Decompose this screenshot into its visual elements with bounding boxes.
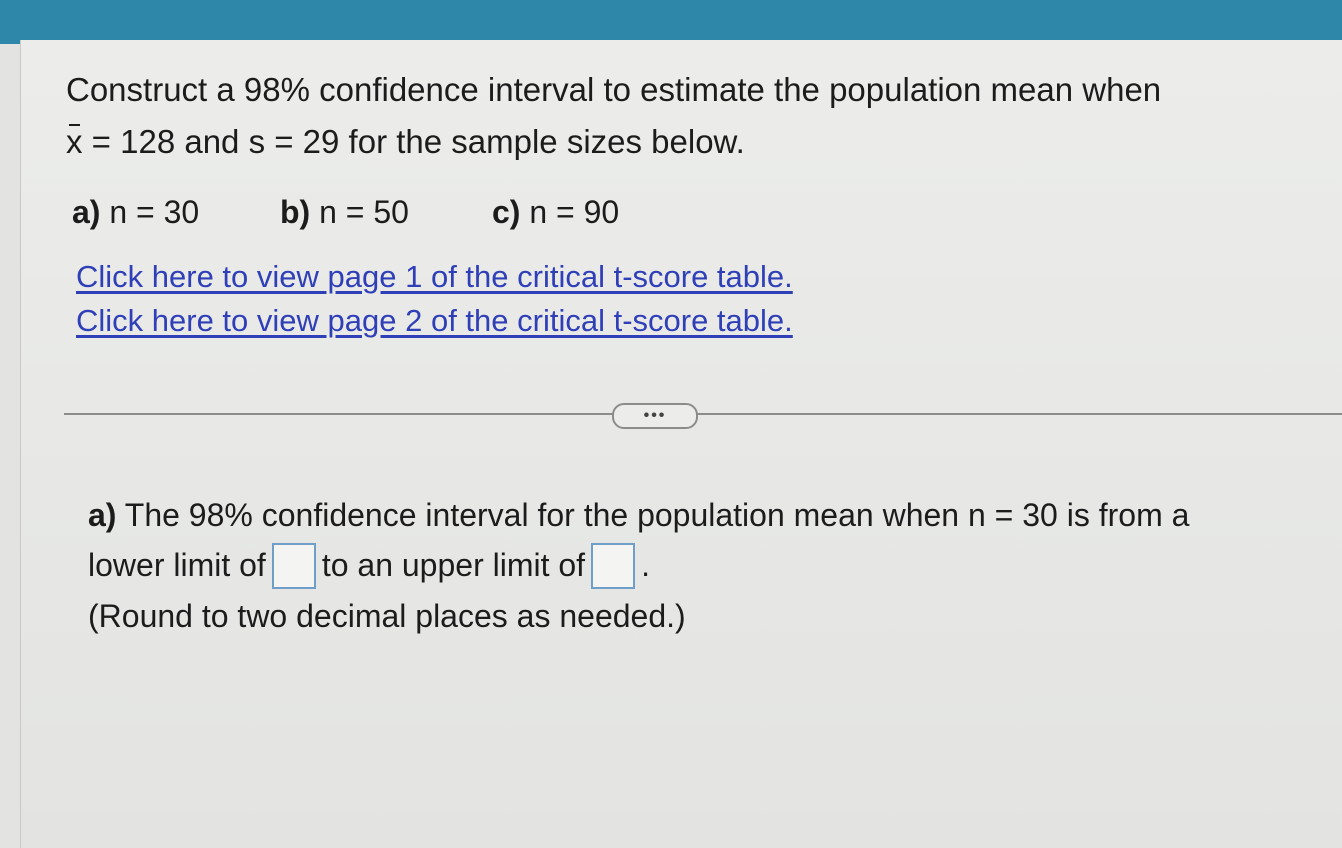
t-table-links: Click here to view page 1 of the critica… (76, 255, 793, 343)
answer-text-2: lower limit of (88, 547, 266, 583)
section-divider (64, 413, 1342, 415)
question-line-2-text: = 128 and s = 29 for the sample sizes be… (82, 123, 745, 160)
xbar-symbol: x (66, 116, 83, 168)
rounding-note: (Round to two decimal places as needed.) (88, 597, 686, 634)
expand-more-button[interactable]: ••• (612, 403, 698, 429)
answer-line-2: lower limit of to an upper limit of. (88, 540, 1318, 591)
answer-text-3: to an upper limit of (321, 547, 586, 583)
question-line-1: Construct a 98% confidence interval to e… (66, 71, 1162, 108)
sample-size-parts: a) n = 30 b) n = 50 c) n = 90 (72, 190, 619, 234)
answer-text-4: . (641, 547, 650, 583)
part-a-label: a) (72, 194, 101, 230)
part-a: a) n = 30 (72, 190, 280, 234)
question-line-2: x = 128 and s = 29 for the sample sizes … (66, 116, 1286, 168)
part-b-label: b) (280, 194, 311, 230)
lower-limit-input[interactable] (271, 542, 316, 589)
part-b-value: n = 50 (319, 194, 409, 230)
part-a-value: n = 30 (109, 194, 200, 230)
part-c-value: n = 90 (529, 194, 620, 230)
answer-part-label: a) (88, 497, 117, 533)
t-table-page-1-link[interactable]: Click here to view page 1 of the critica… (76, 255, 793, 299)
answer-section: a) The 98% confidence interval for the p… (88, 490, 1318, 641)
answer-text-1: The 98% confidence interval for the popu… (116, 497, 1190, 533)
question-text: Construct a 98% confidence interval to e… (66, 64, 1286, 168)
part-c: c) n = 90 (492, 190, 619, 234)
part-b: b) n = 50 (280, 190, 492, 234)
top-bar (0, 0, 1342, 44)
answer-line-1: a) The 98% confidence interval for the p… (88, 490, 1318, 540)
upper-limit-input[interactable] (591, 542, 636, 589)
t-table-page-2-link[interactable]: Click here to view page 2 of the critica… (76, 299, 793, 343)
part-c-label: c) (492, 194, 521, 230)
